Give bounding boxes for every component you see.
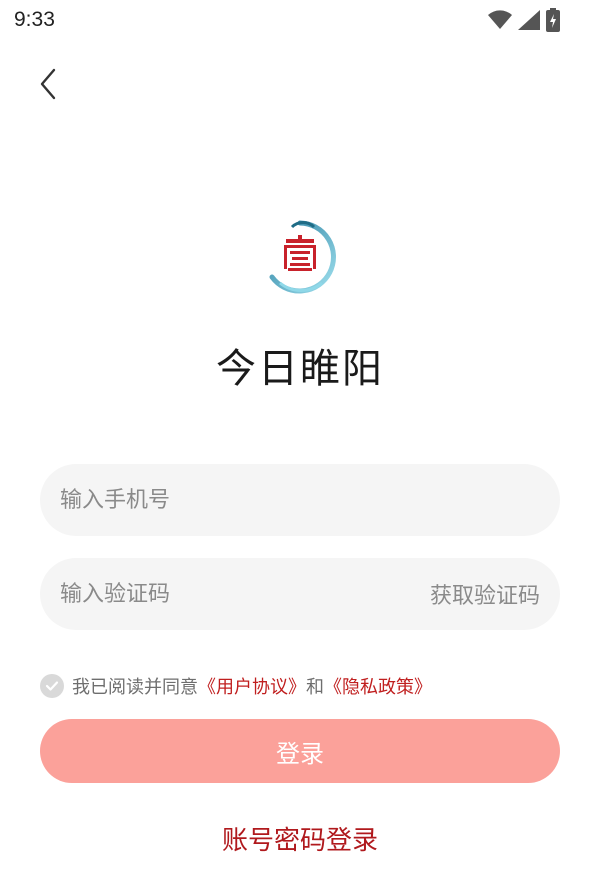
- verification-code-field[interactable]: 获取验证码: [40, 558, 560, 630]
- status-time: 9:33: [14, 8, 55, 31]
- verification-code-input[interactable]: [60, 581, 430, 607]
- app-logo: [262, 219, 338, 295]
- wifi-icon: [488, 10, 512, 30]
- login-button[interactable]: 登录: [40, 719, 560, 783]
- signal-icon: [518, 10, 540, 30]
- agreement-checkbox[interactable]: [40, 674, 64, 698]
- chevron-left-icon: [38, 68, 58, 104]
- check-icon: [45, 676, 59, 697]
- get-code-button[interactable]: 获取验证码: [430, 578, 540, 610]
- phone-field[interactable]: [40, 464, 560, 536]
- privacy-policy-link[interactable]: 《隐私政策》: [324, 673, 432, 699]
- phone-input[interactable]: [60, 487, 540, 513]
- back-button[interactable]: [30, 68, 66, 104]
- agreement-row: 我已阅读并同意 《用户协议》 和 《隐私政策》: [40, 672, 432, 700]
- user-agreement-link[interactable]: 《用户协议》: [198, 673, 306, 699]
- agreement-conjunction: 和: [306, 677, 324, 698]
- login-screen: 9:33 今日睢阳 输入手机号 输入验证码 获取验证码 我已阅读并同意 《用户协…: [0, 0, 600, 875]
- status-bar: 9:33: [0, 0, 600, 40]
- status-icons: [488, 8, 560, 32]
- battery-icon: [546, 8, 560, 32]
- agreement-prefix: 我已阅读并同意: [72, 677, 198, 698]
- password-login-link[interactable]: 账号密码登录: [0, 820, 600, 857]
- app-title: 今日睢阳: [216, 346, 384, 392]
